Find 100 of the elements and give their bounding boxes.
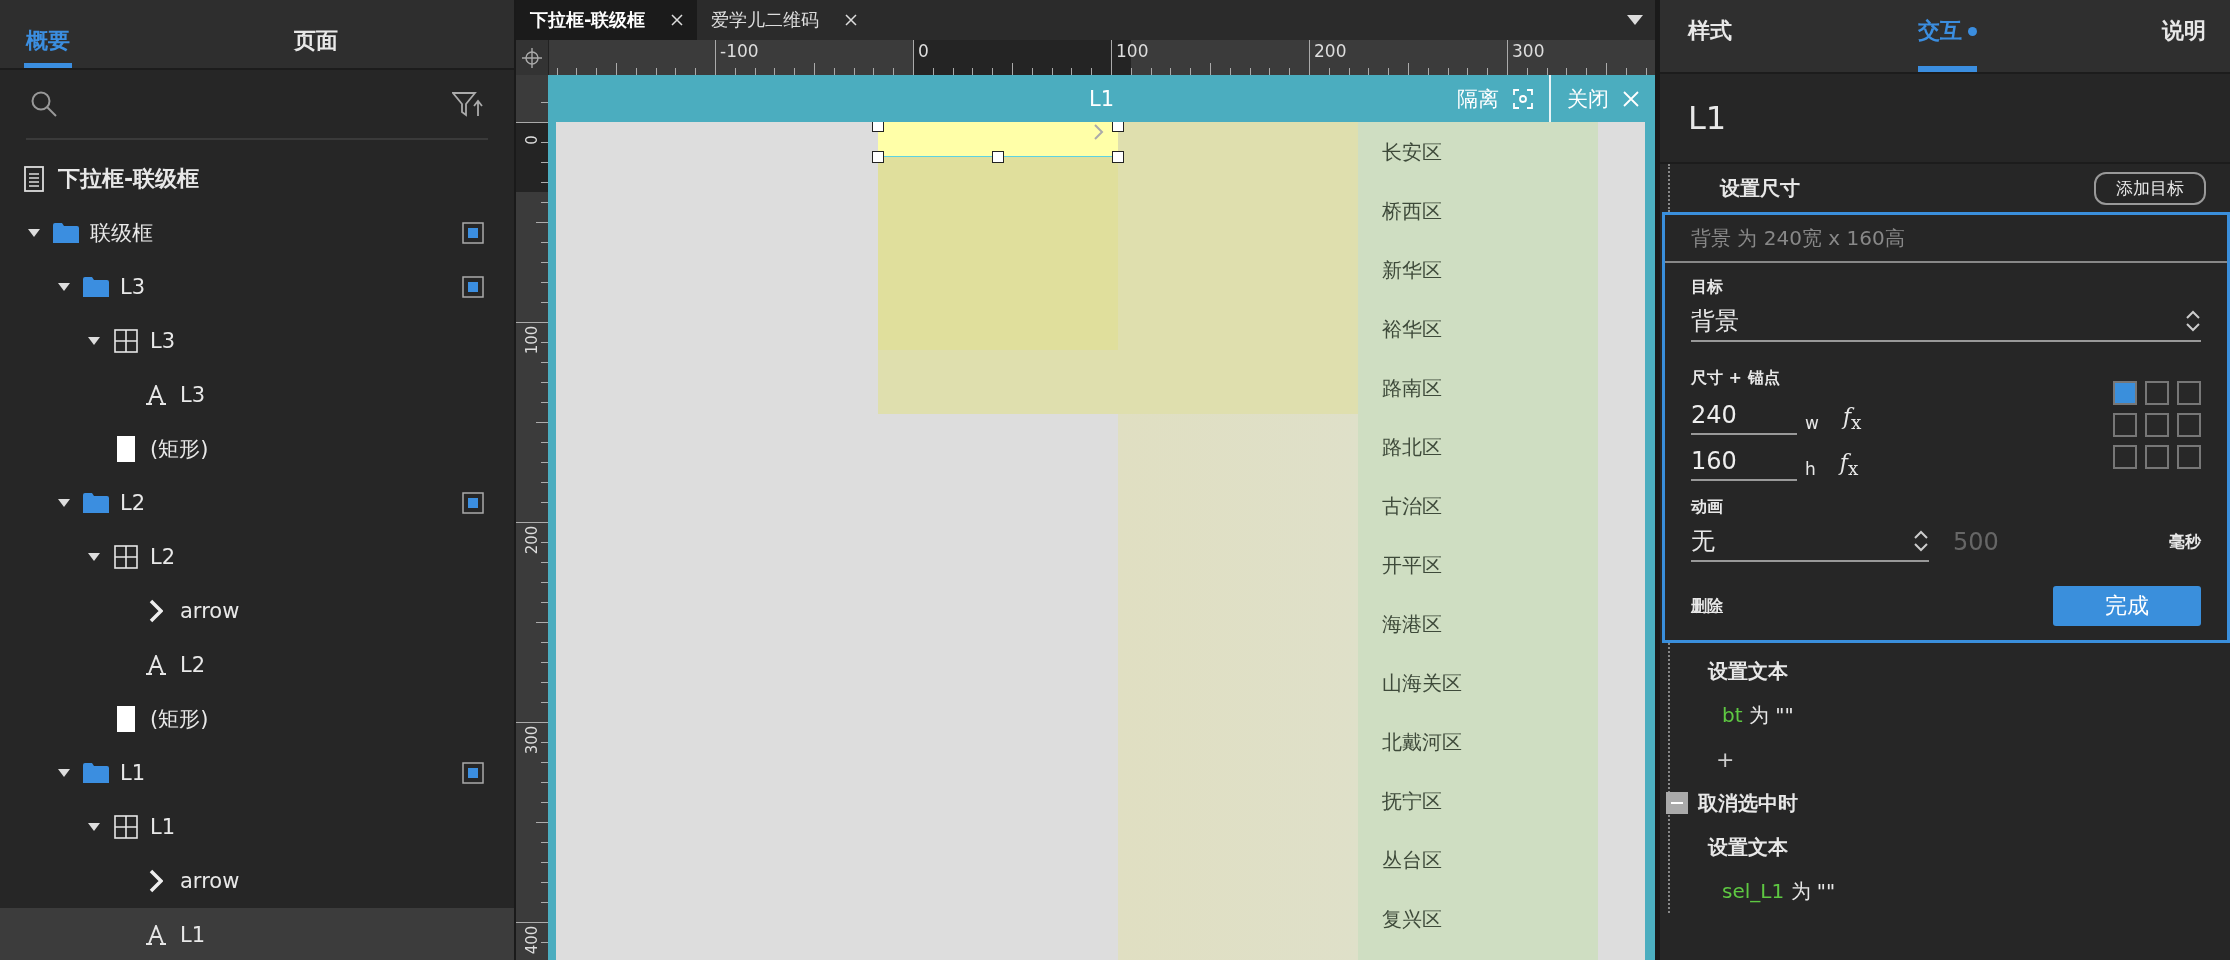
unit-label: h [1805,459,1816,479]
anchor-point[interactable] [2177,381,2201,405]
layer-item[interactable]: L3 [0,260,514,314]
collapse-triangle-icon[interactable] [57,497,71,509]
resize-handle[interactable] [992,151,1004,163]
chevron-icon [1094,124,1104,140]
inspector-tab[interactable]: 样式 [1688,0,1732,72]
layer-name: L1 [150,815,177,839]
visibility-toggle-icon[interactable] [462,222,484,244]
layer-item[interactable]: L2 [0,476,514,530]
ruler-label: 300 [522,724,542,756]
collapse-triangle-icon[interactable] [57,281,71,293]
layer-item[interactable]: (矩形) [0,692,514,746]
layer-name: L2 [180,653,207,677]
document-tab[interactable]: 爱学儿二维码 [697,0,872,40]
layer-item[interactable]: L2 [0,638,514,692]
chevron-icon [149,599,163,623]
delete-link[interactable]: 删除 [1691,595,1723,617]
layer-item[interactable]: 联级框 [0,206,514,260]
anchor-point[interactable] [2113,413,2137,437]
grid-icon [114,329,138,353]
fx-button[interactable]: f$_{x}$ [1839,449,1859,479]
letter-a-icon [145,655,167,675]
collapse-triangle-icon[interactable] [57,767,71,779]
animation-select[interactable]: 无 [1691,522,1929,562]
panel-tab[interactable]: 概要 [24,0,72,68]
panel-tab[interactable]: 页面 [292,0,340,68]
anchor-point[interactable] [2145,413,2169,437]
search-icon[interactable] [30,90,58,118]
layer-name: L3 [120,275,147,299]
page-name[interactable]: 下拉框-联级框 [58,164,200,194]
anchor-point[interactable] [2113,445,2137,469]
action-name[interactable]: 设置文本 [1708,833,1788,861]
inspector-tab[interactable]: 说明 [2162,0,2206,72]
assignment-text[interactable]: sel_L1 为 "" [1722,877,1836,905]
collapse-triangle-icon[interactable] [87,335,101,347]
up-down-chevron-icon [2185,309,2201,333]
visibility-toggle-icon[interactable] [462,276,484,298]
list-item: 桥西区 [1382,198,1442,225]
event-name[interactable]: 取消选中时 [1698,789,1798,817]
anchor-point[interactable] [2177,413,2201,437]
layer-name: L1 [120,761,147,785]
field-label: 尺寸 + 锚点 [1691,368,1780,387]
list-item: 路南区 [1382,375,1442,402]
focus-icon [1513,88,1533,109]
inspector-tab[interactable]: 交互 [1917,0,1977,72]
filter-icon[interactable] [452,91,484,117]
layer-item[interactable]: L1 [0,908,514,960]
list-item: 新华区 [1382,257,1442,284]
isolation-title: L1 [1088,86,1115,111]
add-target-button[interactable]: 添加目标 [2094,171,2206,205]
layer-name: arrow [180,599,241,623]
target-select[interactable]: 背景 [1691,302,2201,342]
layer-item[interactable]: arrow [0,854,514,908]
letter-a-icon [145,385,167,405]
close-icon[interactable] [671,14,684,26]
layer-name: 联级框 [90,220,154,247]
layer-name: L1 [180,923,207,947]
list-item: 裕华区 [1382,316,1442,343]
ruler-label: 100 [1116,41,1149,61]
close-icon [1623,90,1639,107]
action-summary: 背景 为 240宽 x 160高 [1665,215,2227,263]
anchor-point[interactable] [2177,445,2201,469]
collapse-triangle-icon[interactable] [87,551,101,563]
close-icon[interactable] [845,14,858,26]
grid-icon [114,545,138,569]
layer-item[interactable]: L2 [0,530,514,584]
fx-button[interactable]: f$_{x}$ [1842,403,1862,433]
layer-item[interactable]: L1 [0,746,514,800]
anchor-point[interactable] [2145,381,2169,405]
anchor-point[interactable] [2145,445,2169,469]
resize-handle[interactable] [872,151,884,163]
list-item: 丛台区 [1382,847,1442,874]
visibility-toggle-icon[interactable] [462,492,484,514]
resize-handle[interactable] [1112,122,1124,132]
layer-item[interactable]: L3 [0,314,514,368]
letter-a-icon [145,925,167,945]
layer-item[interactable]: arrow [0,584,514,638]
height-field[interactable]: 160 [1691,443,1797,481]
action-name[interactable]: 设置文本 [1708,657,1788,685]
resize-handle[interactable] [1112,151,1124,163]
ruler-label: 200 [1314,41,1347,61]
list-item: 开平区 [1382,552,1442,579]
width-field[interactable]: 240 [1691,397,1797,435]
ruler-label: 400 [522,924,542,956]
collapse-triangle-icon[interactable] [27,227,41,239]
widget-name: L1 [1660,74,2230,164]
up-down-chevron-icon [1913,529,1929,553]
layer-item[interactable]: (矩形) [0,422,514,476]
dropdown-triangle-icon[interactable] [1627,15,1643,25]
resize-handle[interactable] [872,122,884,132]
crosshair-icon[interactable] [522,47,542,68]
visibility-toggle-icon[interactable] [462,762,484,784]
layer-item[interactable]: L3 [0,368,514,422]
add-action-button[interactable]: + [1716,746,1735,772]
assignment-text[interactable]: bt 为 "" [1722,701,1794,729]
collapse-triangle-icon[interactable] [87,821,101,833]
ruler-label: 200 [522,524,542,556]
layer-item[interactable]: L1 [0,800,514,854]
document-tab[interactable]: 下拉框-联级框 [516,0,698,40]
